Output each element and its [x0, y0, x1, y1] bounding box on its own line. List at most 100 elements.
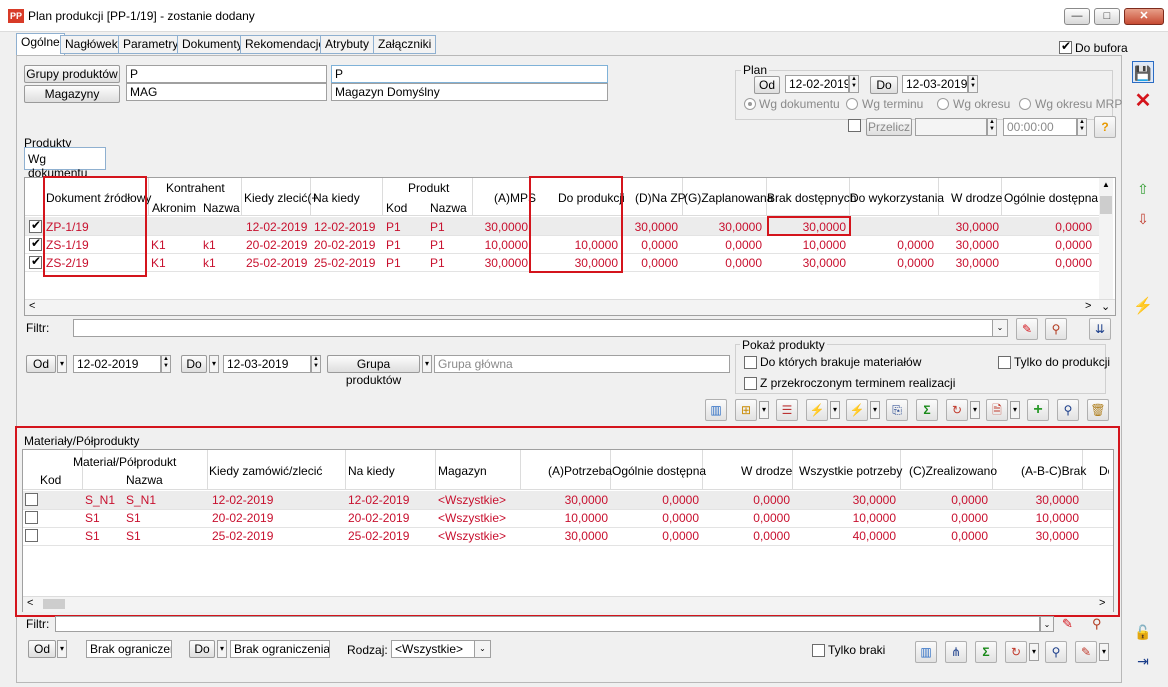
scroll-left-icon[interactable]: < [29, 300, 35, 312]
od-date-field[interactable]: 12-02-2019 [73, 355, 161, 373]
scroll-down-icon[interactable]: ⌄ [1101, 300, 1110, 313]
tab-ogolne[interactable]: Ogólne [16, 33, 65, 56]
list-icon[interactable]: ☰ [776, 399, 798, 421]
grupa-dropdown[interactable]: ▾ [422, 355, 432, 373]
plan-od-button[interactable]: Od [754, 76, 780, 94]
do-date-field[interactable]: 12-03-2019 [223, 355, 311, 373]
tab-rekomendacje[interactable]: Rekomendacje [240, 35, 331, 54]
plan-do-button[interactable]: Do [870, 76, 898, 94]
col-w-drodze[interactable]: W drodze [951, 191, 1002, 205]
sum-icon[interactable]: Σ [916, 399, 938, 421]
lightning-orange-dropdown[interactable]: ▾ [830, 401, 840, 419]
tylko-do-produkcji-checkbox[interactable] [998, 356, 1011, 369]
col-ogolnie-dostepna[interactable]: Ogólnie dostępna [1004, 191, 1098, 205]
tab-atrybuty[interactable]: Atrybuty [320, 35, 375, 54]
edit2-dropdown[interactable]: ▾ [1099, 643, 1109, 661]
col-kiedy-zlecic[interactable]: Kiedy zlecić(+ [244, 191, 318, 205]
radio-wg-okresu[interactable] [937, 98, 949, 110]
export-up-icon[interactable]: ⇧ [1132, 178, 1154, 200]
minimize-button[interactable]: — [1064, 8, 1090, 25]
plan-do-field[interactable]: 12-03-2019 [902, 75, 968, 93]
edit2-icon[interactable]: ✎ [1075, 641, 1097, 663]
sum2-icon[interactable]: Σ [975, 641, 997, 663]
filter2-builder-icon[interactable]: ⚲ [1092, 616, 1102, 632]
refresh-dropdown[interactable]: ▾ [970, 401, 980, 419]
tab-naglowek[interactable]: Nagłówek [60, 35, 123, 54]
brakuje-materialow-checkbox[interactable] [744, 356, 757, 369]
row-checkbox[interactable] [29, 218, 42, 233]
row-checkbox[interactable] [29, 236, 42, 251]
tab-dokumenty[interactable]: Dokumenty [177, 35, 248, 54]
grupa-produktow-button[interactable]: Grupa produktów [327, 355, 420, 387]
filter-builder-icon[interactable]: ⚲ [1045, 318, 1067, 340]
chart-icon[interactable]: ▥ [705, 399, 727, 421]
radio-wg-okresu-mrp[interactable] [1019, 98, 1031, 110]
przelicz-checkbox[interactable] [848, 119, 861, 132]
produkty-vscroll[interactable]: ▲ [1099, 178, 1113, 299]
document-icon[interactable]: 🗎 [986, 399, 1008, 421]
col-brak-dostepnych[interactable]: Brak dostępnych [767, 191, 856, 205]
magazyn-name-field[interactable]: Magazyn Domyślny [331, 83, 608, 101]
grupy-produktow-button[interactable]: Grupy produktów [24, 65, 120, 83]
generate-dropdown[interactable]: ▾ [759, 401, 769, 419]
tab-zalaczniki[interactable]: Załączniki [373, 35, 437, 54]
do-date-spinner[interactable]: ▲ ▼ [311, 355, 321, 373]
przelicz-button[interactable]: Przelicz [866, 118, 912, 136]
clear-filter2-icon[interactable]: ✎ [1062, 616, 1073, 632]
col-akronim[interactable]: Akronim [152, 201, 196, 215]
row-checkbox[interactable] [29, 254, 42, 269]
do-dropdown[interactable]: ▾ [209, 355, 219, 373]
lightning-green-icon[interactable]: ⚡ [846, 399, 868, 421]
przelicz-date-spinner[interactable]: ▲ ▼ [987, 118, 997, 136]
od-button[interactable]: Od [26, 355, 56, 373]
refresh2-icon[interactable]: ↻ [1005, 641, 1027, 663]
plan-do-spinner[interactable]: ▲ ▼ [968, 75, 978, 93]
przekroczony-termin-checkbox[interactable] [744, 377, 757, 390]
grupa-value-field[interactable]: Grupa główna [434, 355, 730, 373]
clear-filter-icon[interactable]: ✎ [1016, 318, 1038, 340]
od-dropdown[interactable]: ▾ [57, 355, 67, 373]
refresh2-dropdown[interactable]: ▾ [1029, 643, 1039, 661]
search2-icon[interactable]: ⚲ [1045, 641, 1067, 663]
od-date-spinner[interactable]: ▲ ▼ [161, 355, 171, 373]
do2-field[interactable]: Brak ograniczenia [230, 640, 330, 658]
col-produkt-nazwa[interactable]: Nazwa [430, 201, 467, 215]
save-icon[interactable]: 💾 [1132, 61, 1154, 83]
col-na-kiedy[interactable]: Na kiedy [313, 191, 360, 205]
filtr2-dropdown[interactable]: ⌄ [1040, 616, 1054, 632]
search-icon[interactable]: ⚲ [1057, 399, 1079, 421]
maximize-button[interactable]: □ [1094, 8, 1120, 25]
lightning-orange-icon[interactable]: ⚡ [806, 399, 828, 421]
do-button[interactable]: Do [181, 355, 207, 373]
przelicz-time-field[interactable]: 00:00:00 [1003, 118, 1077, 136]
produkty-hscroll[interactable]: < > ⌄ [25, 299, 1115, 315]
grupy-code-field[interactable]: P [126, 65, 327, 83]
col-na-zp[interactable]: (D)Na ZP [635, 191, 686, 205]
filtr-dropdown[interactable]: ⌄ [992, 319, 1008, 337]
rodzaj-dropdown-icon[interactable]: ⌄ [474, 640, 491, 658]
subtab-wg-dokumentu[interactable]: Wg dokumentu [24, 147, 106, 180]
refresh-icon[interactable]: ↻ [946, 399, 968, 421]
od2-field[interactable]: Brak ograniczenia [86, 640, 172, 658]
od2-button[interactable]: Od [28, 640, 56, 658]
do2-dropdown[interactable]: ▾ [217, 640, 227, 658]
lock-icon[interactable]: 🔓 [1132, 621, 1154, 643]
do2-button[interactable]: Do [189, 640, 215, 658]
radio-wg-terminu[interactable] [846, 98, 858, 110]
magazyny-button[interactable]: Magazyny [24, 85, 120, 103]
copy-icon[interactable]: ⎘ [886, 399, 908, 421]
filtr-input[interactable] [73, 319, 1008, 337]
scroll-up-icon[interactable]: ▲ [1102, 180, 1110, 189]
lightning-green-dropdown[interactable]: ▾ [870, 401, 880, 419]
grupy-name-field[interactable]: P [331, 65, 608, 83]
close-window-button[interactable]: ✕ [1124, 8, 1164, 25]
lightning-blue-icon[interactable]: ⚡ [1132, 296, 1154, 318]
do-bufora-checkbox[interactable] [1059, 39, 1072, 54]
cancel-icon[interactable]: ✕ [1132, 90, 1154, 112]
tree-icon[interactable]: ⋔ [945, 641, 967, 663]
delete-icon[interactable]: 🗑 [1087, 399, 1109, 421]
help-lightning-icon[interactable]: ? [1094, 116, 1116, 138]
col-kod[interactable]: Kod [386, 201, 407, 215]
radio-wg-dokumentu[interactable] [744, 98, 756, 110]
magazyn-code-field[interactable]: MAG [126, 83, 327, 101]
